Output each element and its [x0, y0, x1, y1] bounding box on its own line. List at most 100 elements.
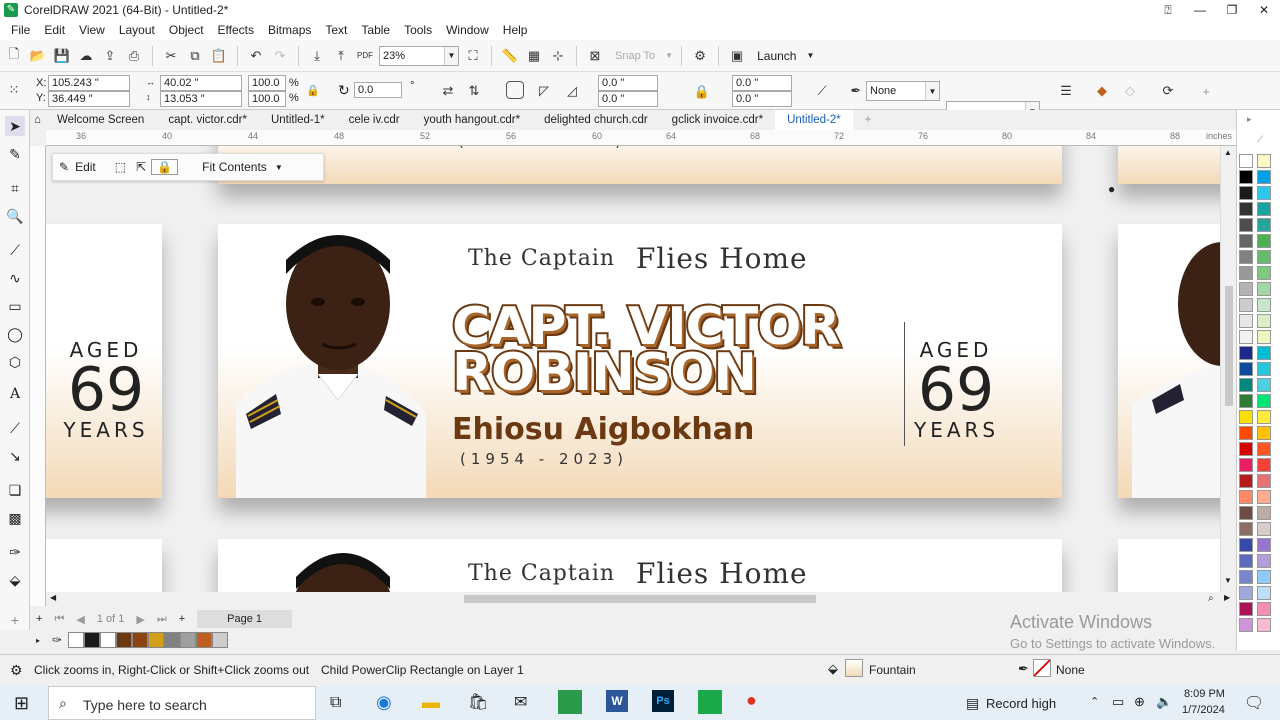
relative-corner-scaling-icon[interactable]: ⟋ [812, 81, 832, 101]
color-swatch[interactable] [1239, 346, 1253, 360]
undo-icon[interactable]: ↶ [246, 46, 266, 66]
zoom-tool-icon[interactable]: 🔍 [5, 206, 25, 226]
color-swatch[interactable] [1239, 554, 1253, 568]
banner-copy-top-right[interactable] [1118, 146, 1220, 184]
save-icon[interactable]: 💾 [52, 46, 72, 66]
color-swatch[interactable] [1257, 586, 1271, 600]
vertical-ruler[interactable] [30, 146, 46, 606]
tab-welcome-screen[interactable]: Welcome Screen [45, 110, 156, 130]
page-1-tab[interactable]: Page 1 [197, 610, 293, 628]
rectangle-tool-icon[interactable]: ▭ [5, 296, 25, 316]
banner-copy-bottom[interactable]: The Captain Flies Home [218, 539, 1062, 592]
paste-icon[interactable]: 📋 [209, 46, 229, 66]
navigator-icon[interactable]: ⌕ [1208, 593, 1214, 604]
memorial-banner[interactable]: The Captain Flies Home CAPT. VICTOR ROBI… [218, 224, 1062, 498]
round-corner-icon[interactable] [506, 81, 524, 99]
scalloped-corner-icon[interactable]: ◸ [534, 81, 554, 101]
color-swatch[interactable] [1257, 234, 1271, 248]
horizontal-scrollbar[interactable]: ◀ ⌕ ▶ [46, 592, 1236, 606]
color-swatch[interactable] [1257, 250, 1271, 264]
tab-delighted-church[interactable]: delighted church.cdr [532, 110, 660, 130]
menu-layout[interactable]: Layout [112, 23, 162, 37]
corner-radius-top-left[interactable]: 0.0 " [598, 75, 658, 91]
freehand-tool-icon[interactable]: ⟋ [5, 240, 25, 260]
menu-table[interactable]: Table [354, 23, 397, 37]
launch-button[interactable]: Launch [751, 49, 802, 63]
gear-icon[interactable]: ⚙ [10, 662, 23, 679]
color-swatch[interactable] [1239, 186, 1253, 200]
color-swatch[interactable] [1239, 330, 1253, 344]
color-swatch[interactable] [1257, 426, 1271, 440]
color-swatch[interactable] [1257, 538, 1271, 552]
height-field[interactable]: 13.053 " [160, 91, 242, 107]
color-swatch[interactable] [1239, 394, 1253, 408]
chamfered-corner-icon[interactable]: ◿ [562, 81, 582, 101]
pick-tool-icon[interactable]: ➤ [5, 116, 25, 136]
document-color-swatch[interactable] [148, 632, 165, 648]
mirror-vertical-icon[interactable]: ⇅ [464, 81, 484, 101]
menu-file[interactable]: File [4, 23, 37, 37]
color-swatch[interactable] [1239, 202, 1253, 216]
coreldraw-active-icon[interactable] [698, 690, 722, 714]
menu-tools[interactable]: Tools [397, 23, 439, 37]
menu-help[interactable]: Help [496, 23, 535, 37]
menu-object[interactable]: Object [162, 23, 211, 37]
color-swatch[interactable] [1239, 586, 1253, 600]
volume-icon[interactable]: 🔈 [1156, 694, 1172, 710]
document-color-swatch[interactable] [84, 632, 101, 648]
document-color-swatch[interactable] [100, 632, 117, 648]
open-icon[interactable]: 📂 [28, 46, 48, 66]
palette-scroll-icon[interactable]: ⟋ [1257, 134, 1263, 145]
redo-icon[interactable]: ↷ [270, 46, 290, 66]
clock-date[interactable]: 1/7/2024 [1182, 704, 1225, 716]
banner-copy-bottom-left[interactable] [46, 539, 162, 592]
vertical-scrollbar[interactable]: ▲ ▼ [1220, 146, 1236, 592]
color-swatch[interactable] [1239, 218, 1253, 232]
color-swatch[interactable] [1257, 282, 1271, 296]
tray-chevron-icon[interactable]: ⌃ [1090, 695, 1099, 708]
interactive-fill-icon[interactable]: ⬙ [5, 570, 25, 590]
scroll-left-icon[interactable]: ◀ [50, 593, 56, 602]
banner-copy-top[interactable]: (1954 - 2023) [218, 146, 1062, 184]
connector-tool-icon[interactable]: ↘ [5, 446, 25, 466]
network-icon[interactable]: ⊕ [1134, 694, 1145, 710]
new-document-icon[interactable]: 🗋 [4, 46, 24, 66]
color-swatch[interactable] [1239, 570, 1253, 584]
ellipse-tool-icon[interactable]: ◯ [5, 324, 25, 344]
word-icon[interactable]: W [606, 690, 628, 712]
lock-contents-icon[interactable]: 🔒 [151, 159, 179, 175]
scroll-up-icon[interactable]: ▲ [1224, 148, 1232, 157]
color-swatch[interactable] [1239, 362, 1253, 376]
color-swatch[interactable] [1257, 202, 1271, 216]
color-swatch[interactable] [1239, 154, 1253, 168]
first-page-icon[interactable]: ⏮ [48, 613, 70, 626]
add-icon[interactable]: + [1196, 81, 1216, 101]
document-color-swatch[interactable] [180, 632, 197, 648]
task-view-icon[interactable]: ⧉ [330, 694, 341, 712]
show-grid-icon[interactable]: ▦ [524, 46, 544, 66]
tab-cele-iv[interactable]: cele iv.cdr [337, 110, 412, 130]
color-swatch[interactable] [1257, 474, 1271, 488]
last-page-icon[interactable]: ⏭ [151, 613, 173, 626]
y-position-field[interactable]: 36.449 " [48, 91, 130, 107]
scrollbar-thumb[interactable] [1225, 286, 1233, 406]
color-swatch[interactable] [1257, 490, 1271, 504]
color-swatch[interactable] [1239, 410, 1253, 424]
next-page-icon[interactable]: ▶ [130, 613, 150, 626]
snap-to-dropdown[interactable]: Snap To [609, 50, 661, 62]
menu-window[interactable]: Window [439, 23, 496, 37]
new-tab-icon[interactable]: + [853, 110, 884, 130]
snap-off-icon[interactable]: ⊠ [585, 46, 605, 66]
color-swatch[interactable] [1257, 442, 1271, 456]
color-swatch[interactable] [1257, 554, 1271, 568]
wrap-text-icon[interactable]: ☰ [1056, 81, 1076, 101]
document-color-swatch[interactable] [212, 632, 229, 648]
add-page-icon[interactable]: + [30, 613, 48, 625]
scroll-down-icon[interactable]: ▼ [1224, 576, 1232, 585]
publish-pdf-icon[interactable]: PDF [355, 46, 375, 66]
export-icon[interactable]: ⤒ [331, 46, 351, 66]
document-color-swatch[interactable] [164, 632, 181, 648]
drawing-canvas[interactable]: (1954 - 2023) AGED 69 YEARS The Captain … [46, 146, 1220, 592]
shape-tool-icon[interactable]: ✎ [5, 144, 25, 164]
layers-back-icon[interactable]: ◇ [1120, 81, 1140, 101]
